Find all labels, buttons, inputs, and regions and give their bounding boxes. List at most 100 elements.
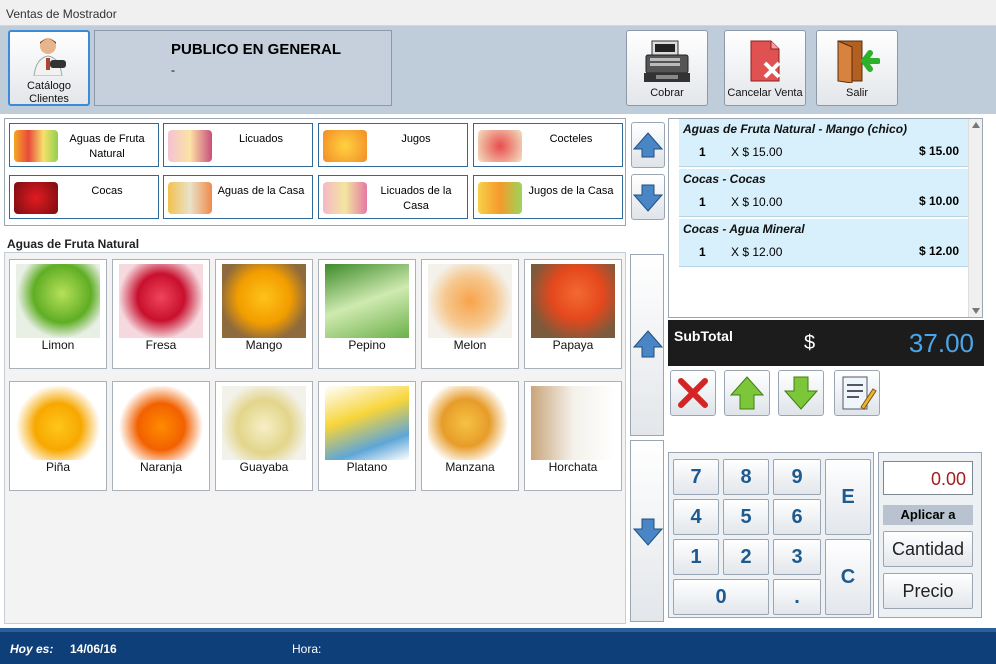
- arrow-up-icon: [632, 132, 664, 158]
- numeric-keypad: 7 8 9 E 4 5 6 1 2 3 C 0 .: [668, 452, 874, 618]
- cobrar-label: Cobrar: [650, 87, 684, 99]
- category-thumbnail: [14, 182, 58, 214]
- category-cocas[interactable]: Cocas: [9, 175, 159, 219]
- product-name: Piña: [45, 460, 71, 474]
- order-item[interactable]: Aguas de Fruta Natural - Mango (chico) 1…: [679, 119, 971, 167]
- arrow-down-icon: [632, 518, 664, 546]
- category-label: Cocas: [91, 185, 123, 197]
- key-4[interactable]: 4: [673, 499, 719, 535]
- product-name: Mango: [245, 338, 283, 352]
- arrow-down-icon: [632, 184, 664, 212]
- product-image: [325, 264, 409, 338]
- key-6[interactable]: 6: [773, 499, 821, 535]
- subtotal-label: SubTotal: [674, 328, 733, 344]
- product-name: Melon: [453, 338, 487, 352]
- category-scroll-down-button[interactable]: [631, 174, 665, 220]
- cancel-sale-label: Cancelar Venta: [727, 87, 803, 99]
- product-pina[interactable]: Piña: [9, 381, 107, 491]
- client-info-panel: PUBLICO EN GENERAL -: [94, 30, 392, 106]
- product-image: [16, 264, 100, 338]
- product-image: [428, 264, 512, 338]
- category-aguas-fruta-natural[interactable]: Aguas de Fruta Natural: [9, 123, 159, 167]
- order-item-qty: 1: [699, 195, 706, 209]
- order-list[interactable]: Aguas de Fruta Natural - Mango (chico) 1…: [668, 118, 983, 318]
- product-limon[interactable]: Limon: [9, 259, 107, 369]
- decrease-qty-button[interactable]: [778, 370, 824, 416]
- category-label: Aguas de la Casa: [217, 185, 305, 197]
- exit-label: Salir: [845, 87, 868, 99]
- product-guayaba[interactable]: Guayaba: [215, 381, 313, 491]
- key-5[interactable]: 5: [723, 499, 769, 535]
- client-detail: -: [171, 63, 175, 77]
- product-scroll-down-button[interactable]: [630, 440, 664, 622]
- increase-qty-button[interactable]: [724, 370, 770, 416]
- client-catalog-label: Catálogo Clientes: [26, 80, 72, 105]
- key-dot[interactable]: .: [773, 579, 821, 615]
- category-panel: Aguas de Fruta Natural Licuados Jugos Co…: [4, 118, 626, 226]
- key-enter[interactable]: E: [825, 459, 871, 535]
- key-8[interactable]: 8: [723, 459, 769, 495]
- edit-note-button[interactable]: [834, 370, 880, 416]
- order-item[interactable]: Cocas - Agua Mineral 1 X $ 12.00 $ 12.00: [679, 219, 971, 267]
- product-fresa[interactable]: Fresa: [112, 259, 210, 369]
- category-aguas-casa[interactable]: Aguas de la Casa: [163, 175, 313, 219]
- product-name: Pepino: [348, 338, 386, 352]
- key-1[interactable]: 1: [673, 539, 719, 575]
- window-title: Ventas de Mostrador: [6, 7, 117, 21]
- exit-button[interactable]: Salir: [816, 30, 898, 106]
- category-jugos[interactable]: Jugos: [318, 123, 468, 167]
- client-name: PUBLICO EN GENERAL: [171, 41, 342, 58]
- status-bar: Hoy es: 14/06/16 Hora:: [0, 628, 996, 664]
- category-scroll-up-button[interactable]: [631, 122, 665, 168]
- cash-register-icon: [644, 40, 690, 82]
- cancel-sale-button[interactable]: Cancelar Venta: [724, 30, 806, 106]
- category-thumbnail: [168, 130, 212, 162]
- key-7[interactable]: 7: [673, 459, 719, 495]
- key-clear[interactable]: C: [825, 539, 871, 615]
- cobrar-button[interactable]: Cobrar: [626, 30, 708, 106]
- product-melon[interactable]: Melon: [421, 259, 519, 369]
- edit-note-icon: [842, 376, 877, 410]
- product-horchata[interactable]: Horchata: [524, 381, 622, 491]
- category-cocteles[interactable]: Cocteles: [473, 123, 623, 167]
- product-papaya[interactable]: Papaya: [524, 259, 622, 369]
- amount-input[interactable]: 0.00: [883, 461, 973, 495]
- arrow-down-green-icon: [783, 376, 819, 410]
- order-item-name: Aguas de Fruta Natural - Mango (chico): [683, 122, 908, 136]
- order-item-total: $ 15.00: [918, 144, 959, 158]
- product-scroll-up-button[interactable]: [630, 254, 664, 436]
- client-catalog-button[interactable]: Catálogo Clientes: [8, 30, 90, 106]
- order-list-scrollbar[interactable]: [968, 119, 982, 317]
- product-platano[interactable]: Platano: [318, 381, 416, 491]
- product-name: Limon: [41, 338, 75, 352]
- date-value: 14/06/16: [70, 642, 117, 656]
- key-3[interactable]: 3: [773, 539, 821, 575]
- key-9[interactable]: 9: [773, 459, 821, 495]
- apply-quantity-button[interactable]: Cantidad: [883, 531, 973, 567]
- category-thumbnail: [323, 130, 367, 162]
- product-image: [325, 386, 409, 460]
- category-label: Licuados: [238, 133, 284, 145]
- category-label: Cocteles: [549, 133, 593, 145]
- product-manzana[interactable]: Manzana: [421, 381, 519, 491]
- product-name: Guayaba: [239, 460, 289, 474]
- arrow-up-green-icon: [729, 376, 765, 410]
- category-licuados-casa[interactable]: Licuados de la Casa: [318, 175, 468, 219]
- cancel-document-icon: [750, 40, 781, 82]
- product-image: [119, 386, 203, 460]
- product-naranja[interactable]: Naranja: [112, 381, 210, 491]
- key-0[interactable]: 0: [673, 579, 769, 615]
- subtotal-currency: $: [804, 332, 816, 354]
- product-pepino[interactable]: Pepino: [318, 259, 416, 369]
- key-2[interactable]: 2: [723, 539, 769, 575]
- order-item-unit-price: X $ 10.00: [731, 195, 783, 209]
- product-name: Platano: [346, 460, 388, 474]
- apply-price-button[interactable]: Precio: [883, 573, 973, 609]
- product-mango[interactable]: Mango: [215, 259, 313, 369]
- category-jugos-casa[interactable]: Jugos de la Casa: [473, 175, 623, 219]
- product-name: Naranja: [139, 460, 183, 474]
- subtotal-value: 37.00: [908, 328, 974, 358]
- category-licuados[interactable]: Licuados: [163, 123, 313, 167]
- order-item[interactable]: Cocas - Cocas 1 X $ 10.00 $ 10.00: [679, 169, 971, 217]
- delete-item-button[interactable]: [670, 370, 716, 416]
